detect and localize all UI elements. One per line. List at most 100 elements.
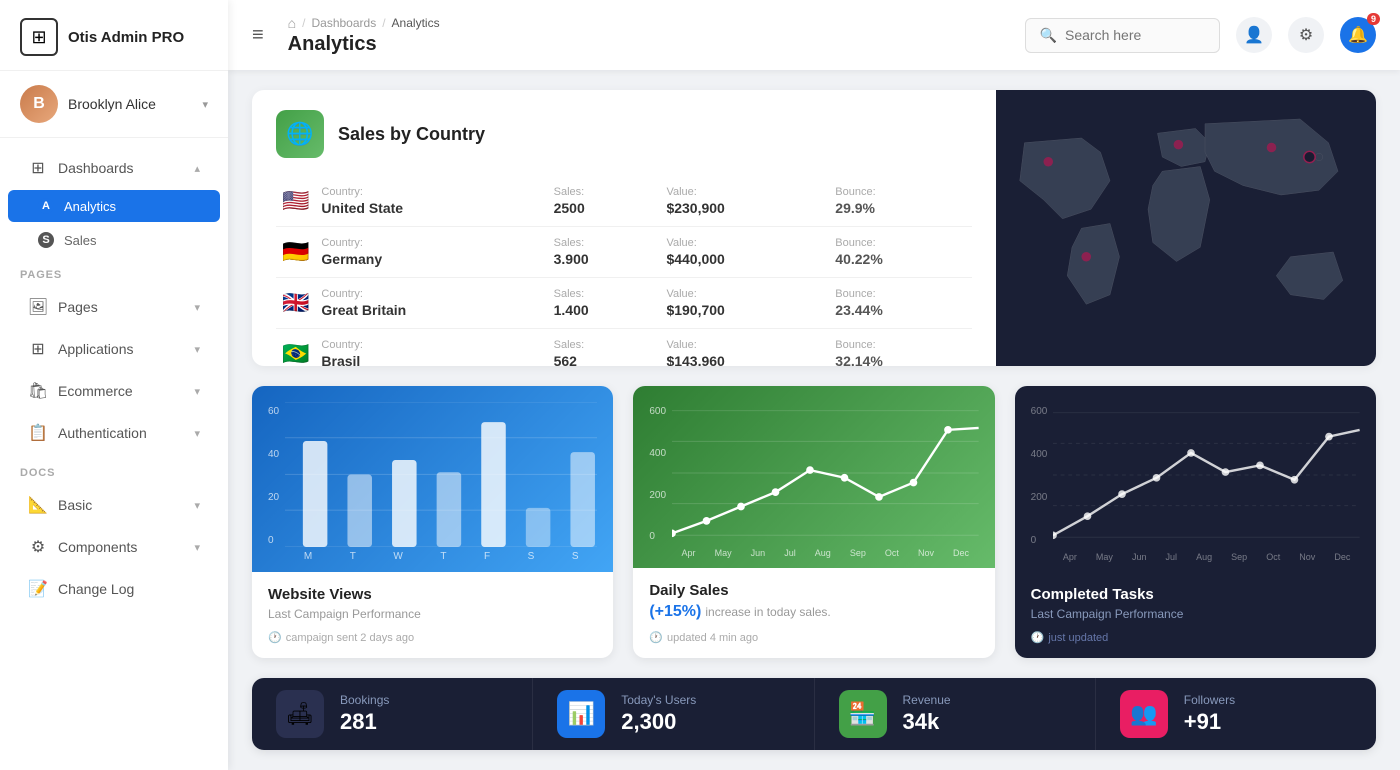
avatar: B (20, 85, 58, 123)
daily-sales-subtitle: increase in today sales. (705, 605, 830, 619)
logo-icon: ⊞ (20, 18, 58, 56)
sidebar-item-sales[interactable]: S Sales (8, 224, 220, 256)
user-icon-button[interactable]: 👤 (1236, 17, 1272, 53)
chevron-down-icon: ▾ (194, 301, 200, 314)
stat-label: Revenue (903, 693, 951, 707)
tasks-meta-text: just updated (1048, 632, 1108, 644)
bell-icon: 🔔 (1348, 25, 1368, 45)
x-labels-tasks: Apr May Jun Jul Aug Sep Oct Nov Dec (1053, 548, 1360, 564)
user-profile[interactable]: B Brooklyn Alice ▾ (0, 71, 228, 138)
website-views-chart: 60 40 20 0 (252, 386, 613, 572)
sales-table-section: 🌐 Sales by Country 🇺🇸 Country: United St… (252, 90, 996, 366)
table-row: 🇬🇧 Country: Great Britain Sales: 1.400 V… (276, 278, 972, 329)
search-input[interactable] (1065, 27, 1205, 43)
auth-icon: 📋 (28, 423, 48, 443)
breadcrumb-dashboards[interactable]: Dashboards (311, 16, 376, 30)
table-row: 🇩🇪 Country: Germany Sales: 3.900 Value: … (276, 227, 972, 278)
chevron-down-icon: ▾ (194, 499, 200, 512)
breadcrumb-sep-1: / (302, 16, 305, 30)
x-may-t: May (1096, 552, 1113, 562)
y-label-60: 60 (268, 406, 279, 417)
website-views-title: Website Views (268, 586, 597, 603)
sidebar-item-dashboards[interactable]: ⊞ Dashboards ▴ (8, 148, 220, 188)
y-label-400: 400 (649, 448, 666, 459)
chevron-down-icon: ▾ (194, 427, 200, 440)
changelog-icon: 📝 (28, 579, 48, 599)
logo-area: ⊞ Otis Admin PRO (0, 0, 228, 71)
sidebar-item-pages[interactable]: 🖼 Pages ▾ (8, 287, 220, 327)
x-label-s1: S (528, 551, 535, 562)
sidebar-item-ecommerce[interactable]: 🛍 Ecommerce ▾ (8, 371, 220, 411)
daily-sales-card: 600 400 200 0 (633, 386, 994, 658)
stat-item: 🏪 Revenue 34k (815, 678, 1096, 750)
sidebar-navigation: ⊞ Dashboards ▴ A Analytics S Sales PAGES… (0, 138, 228, 770)
stat-value: 281 (340, 709, 389, 735)
changelog-label: Change Log (58, 581, 200, 597)
stat-icon: 🏪 (839, 690, 887, 738)
stat-item: 📊 Today's Users 2,300 (533, 678, 814, 750)
website-views-subtitle: Last Campaign Performance (268, 607, 597, 621)
chevron-down-icon: ▾ (194, 385, 200, 398)
table-row: 🇺🇸 Country: United State Sales: 2500 Val… (276, 176, 972, 227)
basic-label: Basic (58, 497, 184, 513)
card-header: 🌐 Sales by Country (276, 110, 972, 158)
app-name: Otis Admin PRO (68, 29, 184, 46)
grid-icon: ⊞ (28, 158, 48, 178)
page-content: 🌐 Sales by Country 🇺🇸 Country: United St… (228, 70, 1400, 770)
sidebar-item-authentication[interactable]: 📋 Authentication ▾ (8, 413, 220, 453)
sidebar-item-changelog[interactable]: 📝 Change Log (8, 569, 220, 609)
chevron-down-icon: ▾ (194, 343, 200, 356)
stat-info: Revenue 34k (903, 693, 951, 735)
x-dec: Dec (953, 548, 969, 558)
completed-tasks-meta: 🕐 just updated (1031, 631, 1360, 644)
clock-icon: 🕐 (268, 631, 282, 644)
bar-chart-svg (285, 402, 597, 547)
y-label-400t: 400 (1031, 449, 1048, 460)
sidebar-item-applications[interactable]: ⊞ Applications ▾ (8, 329, 220, 369)
settings-button[interactable]: ⚙ (1288, 17, 1324, 53)
charts-row: 60 40 20 0 (252, 386, 1376, 658)
world-map-section (996, 90, 1376, 366)
sidebar-item-analytics[interactable]: A Analytics (8, 190, 220, 222)
search-box[interactable]: 🔍 (1025, 18, 1220, 53)
completed-tasks-info: Completed Tasks Last Campaign Performanc… (1015, 572, 1376, 658)
header-right: 🔍 👤 ⚙ 🔔 9 (1025, 17, 1376, 53)
website-views-meta: 🕐 campaign sent 2 days ago (268, 631, 597, 644)
line-chart-tasks-svg (1053, 402, 1360, 548)
breadcrumb-analytics: Analytics (392, 16, 440, 30)
chevron-down-icon: ▾ (202, 98, 208, 111)
x-may: May (715, 548, 732, 558)
y-label-200: 200 (649, 490, 666, 501)
x-nov-t: Nov (1299, 552, 1315, 562)
x-jul-t: Jul (1166, 552, 1178, 562)
x-jul: Jul (784, 548, 796, 558)
x-jun-t: Jun (1132, 552, 1147, 562)
main-content: ≡ ⌂ / Dashboards / Analytics Analytics 🔍… (228, 0, 1400, 770)
header-left: ⌂ / Dashboards / Analytics Analytics (288, 15, 440, 56)
x-apr: Apr (682, 548, 696, 558)
x-label-m: M (304, 551, 312, 562)
notifications-button[interactable]: 🔔 9 (1340, 17, 1376, 53)
x-aug: Aug (815, 548, 831, 558)
stat-label: Followers (1184, 693, 1235, 707)
breadcrumb: ⌂ / Dashboards / Analytics (288, 15, 440, 31)
completed-tasks-title: Completed Tasks (1031, 586, 1360, 603)
stat-icon: 👥 (1120, 690, 1168, 738)
stat-icon: 🛋 (276, 690, 324, 738)
pages-icon: 🖼 (28, 297, 48, 317)
menu-button[interactable]: ≡ (252, 24, 264, 47)
components-label: Components (58, 539, 184, 555)
card-title: Sales by Country (338, 124, 485, 145)
stat-value: 2,300 (621, 709, 696, 735)
daily-meta-text: updated 4 min ago (667, 632, 758, 644)
sidebar-item-basic[interactable]: 📐 Basic ▾ (8, 485, 220, 525)
completed-tasks-card: 600 400 200 0 (1015, 386, 1376, 658)
stat-label: Bookings (340, 693, 389, 707)
user-name: Brooklyn Alice (68, 96, 192, 112)
chevron-down-icon: ▾ (194, 541, 200, 554)
clock-icon-3: 🕐 (1031, 631, 1045, 644)
table-row: 🇧🇷 Country: Brasil Sales: 562 Value: $14… (276, 329, 972, 367)
stat-item: 👥 Followers +91 (1096, 678, 1376, 750)
y-label-0t: 0 (1031, 535, 1048, 546)
sidebar-item-components[interactable]: ⚙ Components ▾ (8, 527, 220, 567)
